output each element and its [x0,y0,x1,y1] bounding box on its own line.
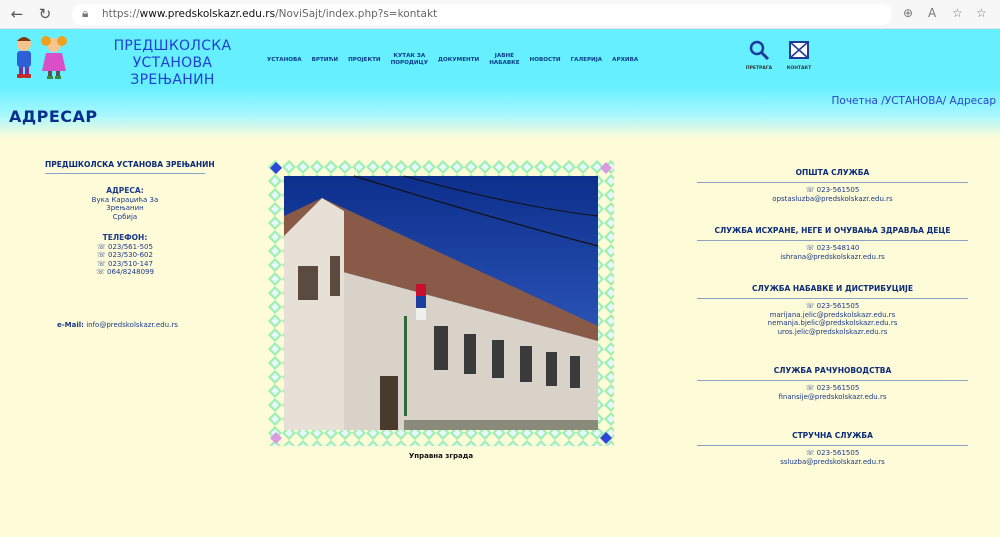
service-block: ОПШТА СЛУЖБА ☏ 023-561505 opstasluzba@pr… [695,168,970,203]
main-menu: УСТАНОВА ВРТИЋИ ПРОЈЕКТИ КУТАК ЗА ПОРОДИЦУ Д… [262,48,643,72]
service-title: ОПШТА СЛУЖБА [697,168,968,183]
browser-toolbar: ← ↻ 🔒︎ https://www.predskolskazr.edu.rs/… [0,0,1000,29]
service-block: СЛУЖБА РАЧУНОВОДСТВА ☏ 023-561505 finans… [695,366,970,401]
photo-caption: Управна зграда [408,452,474,460]
phone-block: ТЕЛЕФОН: ☏ 023/561-505 ☏ 023/530-602 ☏ 0… [45,233,205,277]
menu-item[interactable]: ДОКУМЕНТИ [433,57,484,64]
service-title: СЛУЖБА РАЧУНОВОДСТВА [697,366,968,381]
email-link[interactable]: info@predskolskazr.edu.rs [86,321,178,329]
email-label: e-Mail: [57,321,84,329]
collections-icon[interactable]: ☆ [976,6,987,20]
address-label: АДРЕСА: [106,186,144,195]
services-list: ОПШТА СЛУЖБА ☏ 023-561505 opstasluzba@pr… [695,160,970,466]
service-title: СЛУЖБА НАБАВКЕ И ДИСТРИБУЦИЈЕ [697,284,968,299]
institution-info: ПРЕДШКОЛСКА УСТАНОВА ЗРЕЊАНИН АДРЕСА: Ву… [45,160,215,277]
lock-icon: 🔒︎ [82,6,89,20]
service-email[interactable]: ishrana@predskolskazr.edu.rs [695,253,970,262]
zoom-icon[interactable]: ⊕ [903,6,913,20]
service-block: СЛУЖБА ИСХРАНЕ, НЕГЕ И ОЧУВАЊА ЗДРАВЉА Д… [695,226,970,261]
envelope-icon [789,41,809,59]
search-tool[interactable]: ПРЕТРАГА [745,39,773,71]
address-bar[interactable]: 🔒︎ https://www.predskolskazr.edu.rs/Novi… [72,4,892,25]
title-band [0,86,1000,138]
site-title[interactable]: ПРЕДШКОЛСКА УСТАНОВА ЗРЕЊАНИН [85,38,260,89]
phone-label: ТЕЛЕФОН: [102,233,148,242]
address-block: АДРЕСА: Вука Караџића 3а Зрењанин Србија [45,186,205,221]
service-email[interactable]: opstasluzba@predskolskazr.edu.rs [695,195,970,204]
back-arrow-icon[interactable]: ← [8,5,26,23]
building-photo [268,160,614,446]
service-email[interactable]: ssluzba@predskolskazr.edu.rs [695,458,970,467]
menu-item[interactable]: ВРТИЋИ [307,57,343,64]
service-phone: ☏ 023-561505 [805,186,860,194]
phone-number: ☏ 023/530-602 [97,251,153,259]
service-block: СЛУЖБА НАБАВКЕ И ДИСТРИБУЦИЈЕ ☏ 023-5615… [695,284,970,336]
service-title: СЛУЖБА ИСХРАНЕ, НЕГЕ И ОЧУВАЊА ЗДРАВЉА Д… [697,226,968,241]
service-email[interactable]: nemanja.bjelic@predskolskazr.edu.rs [695,319,970,328]
institution-name: ПРЕДШКОЛСКА УСТАНОВА ЗРЕЊАНИН [45,160,215,174]
phone-number: ☏ 023/510-147 [97,259,153,268]
service-phone: ☏ 023-561505 [805,384,860,392]
service-phone: ☏ 023-561505 [805,449,860,457]
address-line: Зрењанин [106,204,144,212]
read-aloud-icon[interactable]: A [928,6,936,20]
menu-item[interactable]: АРХИВА [607,57,643,64]
search-icon [749,40,770,61]
email-row: e-Mail: info@predskolskazr.edu.rs [57,321,178,329]
reload-icon[interactable]: ↻ [36,5,54,23]
menu-item[interactable]: ГАЛЕРИЈА [566,57,608,64]
url-text: https://www.predskolskazr.edu.rs/NoviSaj… [102,8,438,20]
service-title: СТРУЧНА СЛУЖБА [697,431,968,446]
service-phone: ☏ 023-548140 [805,244,860,252]
service-phone: ☏ 023-561505 [805,302,860,310]
address-line: Србија [112,212,138,221]
menu-item[interactable]: КУТАК ЗА ПОРОДИЦУ [386,53,433,67]
menu-item[interactable]: НОВОСТИ [525,57,566,64]
service-email[interactable]: finansije@predskolskazr.edu.rs [695,393,970,402]
breadcrumb[interactable]: Почетна /УСТАНОВА/ Адресар [832,95,996,107]
favorite-star-icon[interactable]: ☆ [952,6,963,20]
phone-number: ☏ 023/561-505 [97,242,153,251]
service-email[interactable]: uros.jelic@predskolskazr.edu.rs [695,328,970,337]
kids-logo-icon[interactable] [8,31,78,81]
phone-number: ☏ 064/8248099 [96,268,154,276]
service-email[interactable]: marijana.jelic@predskolskazr.edu.rs [695,311,970,320]
menu-item[interactable]: УСТАНОВА [262,57,307,64]
page-title: АДРЕСАР [9,107,98,126]
menu-item[interactable]: ПРОЈЕКТИ [343,57,386,64]
menu-item[interactable]: ЈАВНЕ НАБАВКЕ [484,53,524,67]
address-line: Вука Караџића 3а [91,195,159,204]
site-header: ПРЕДШКОЛСКА УСТАНОВА ЗРЕЊАНИН УСТАНОВА ВР… [0,29,1000,89]
contact-tool[interactable]: КОНТАКТ [785,39,813,71]
service-block: СТРУЧНА СЛУЖБА ☏ 023-561505 ssluzba@pred… [695,431,970,466]
